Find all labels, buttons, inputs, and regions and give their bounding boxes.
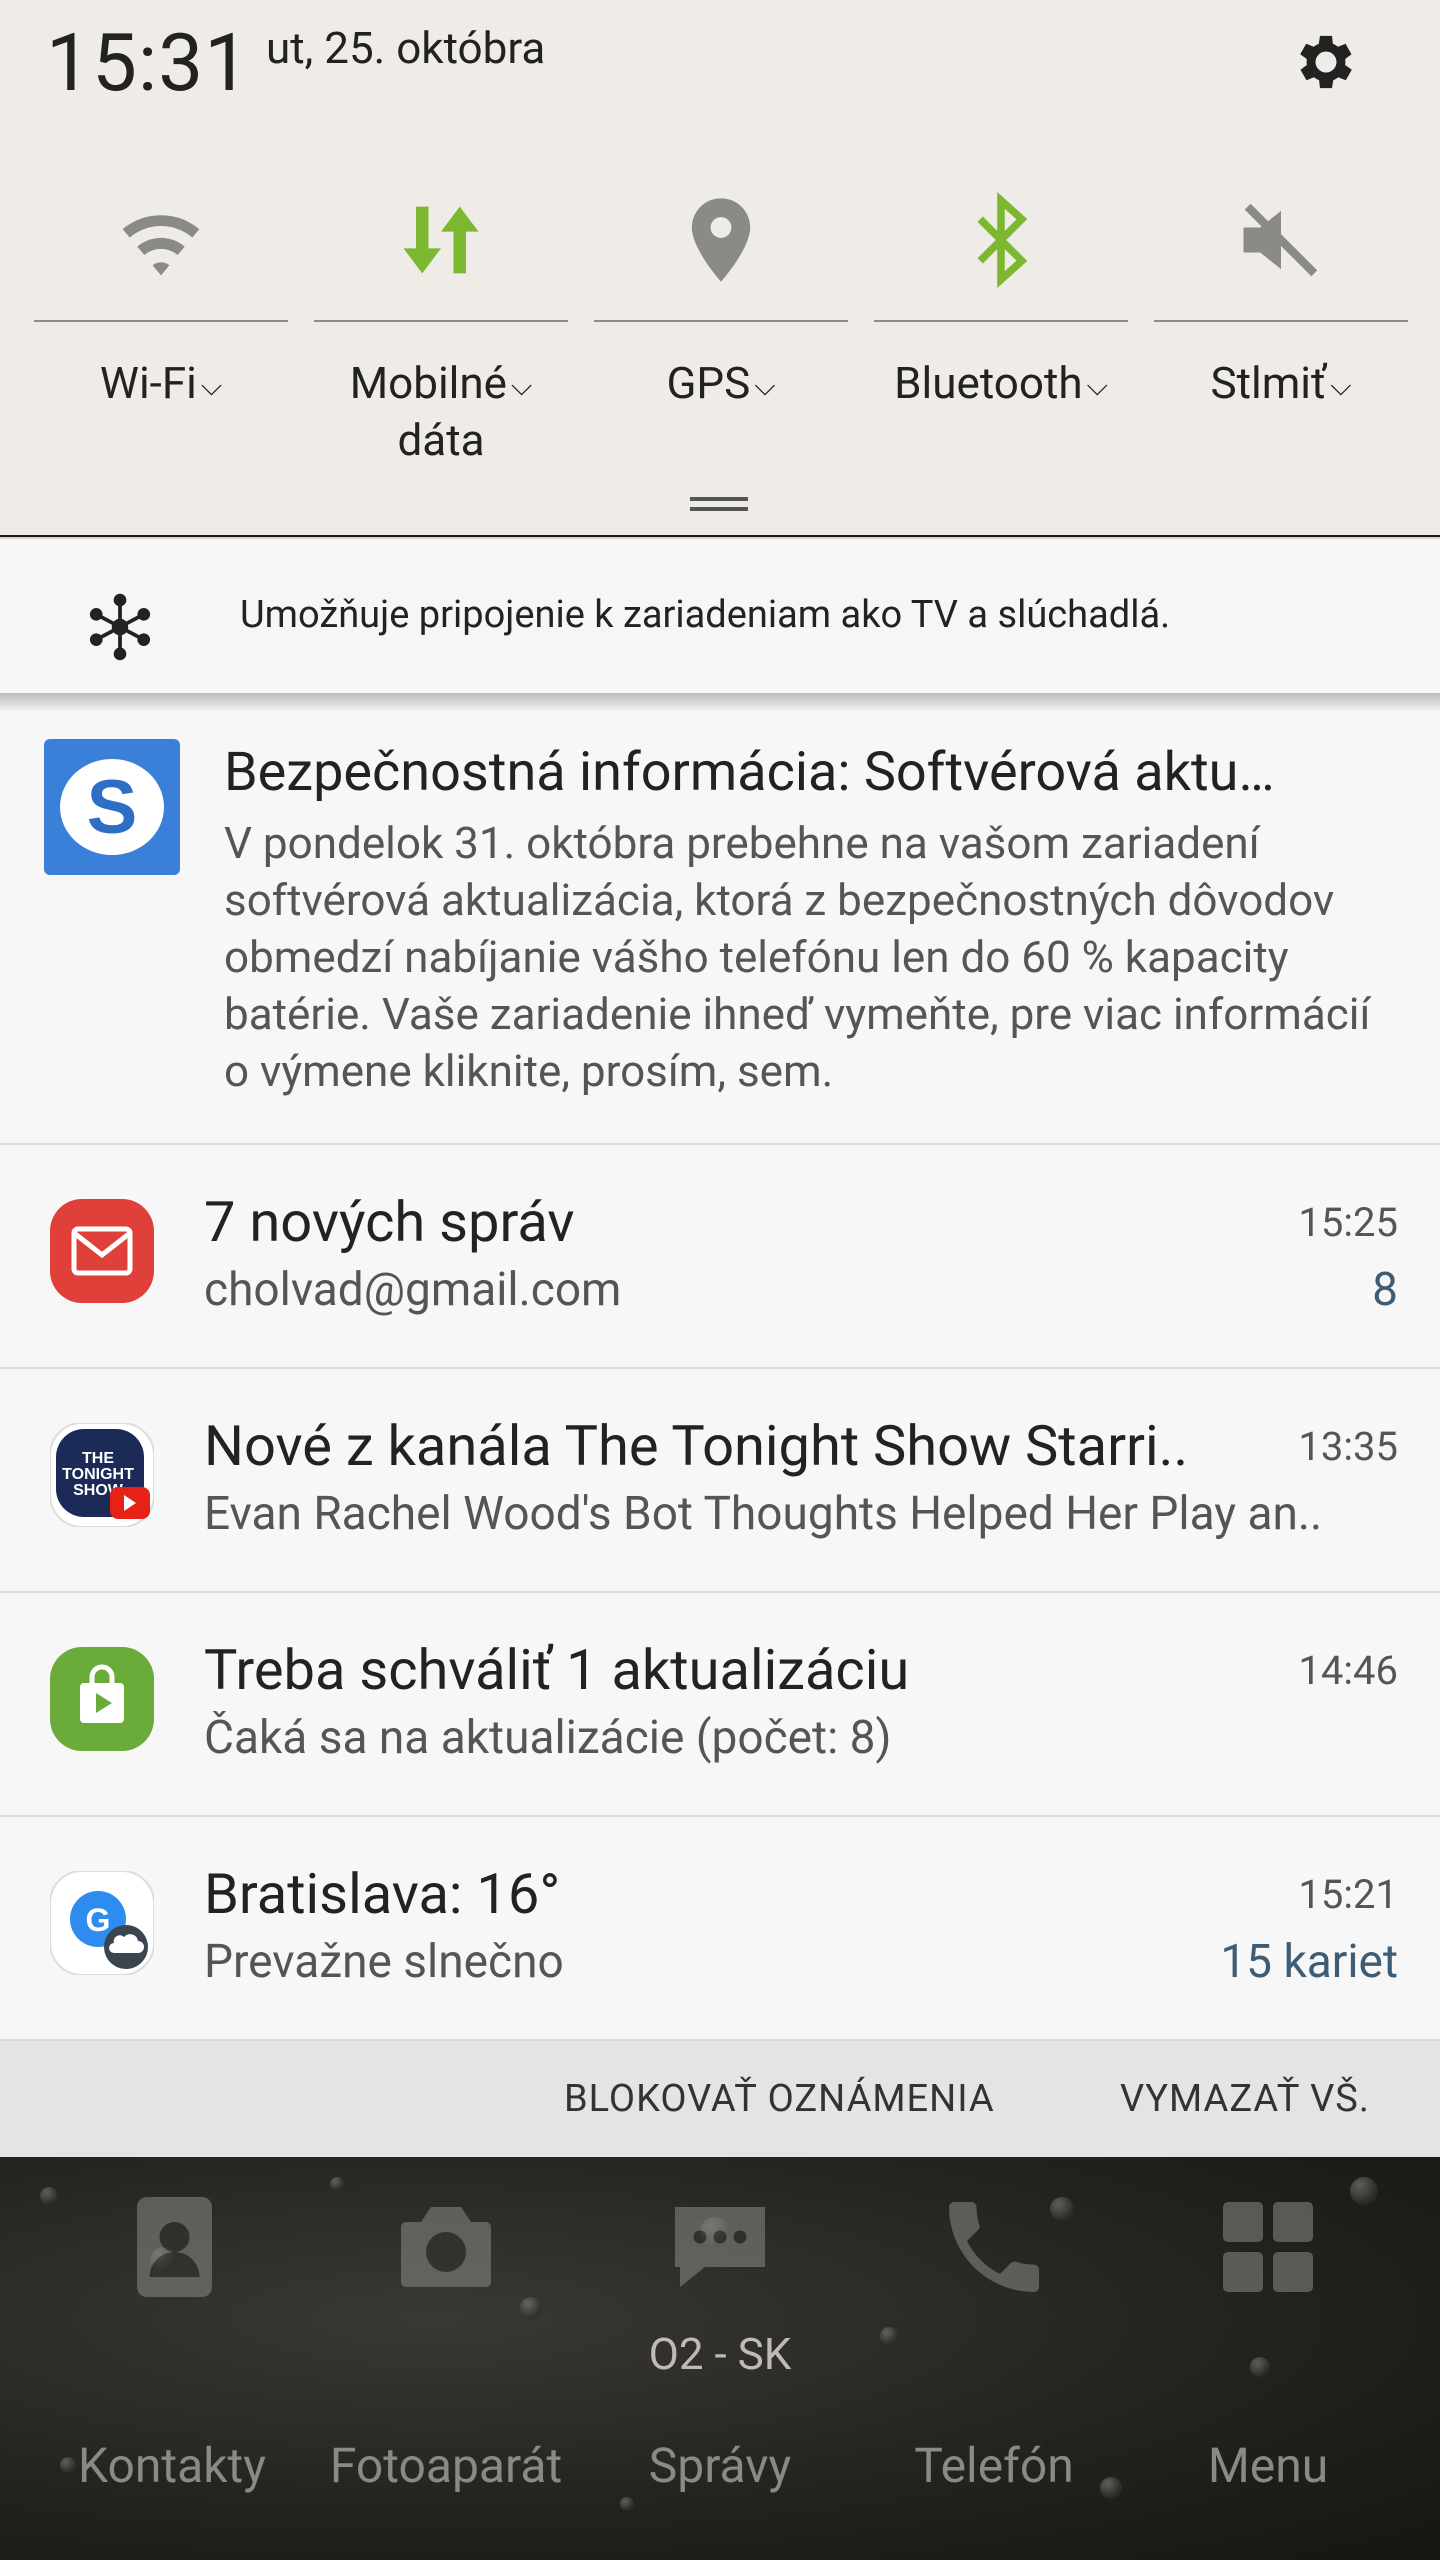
toggle-divider: [34, 320, 288, 322]
bluetooth-icon: [977, 191, 1028, 289]
svg-text:S: S: [87, 765, 138, 850]
notification-count: 15 kariet: [1220, 1935, 1398, 1989]
quick-toggles: Wi-Fi⌵ Mobilné⌵dáta GPS⌵ Bluetooth⌵: [34, 180, 1414, 470]
toggle-mute[interactable]: Stlmiť ⌵: [1154, 180, 1408, 470]
chevron-down-icon[interactable]: ⌵: [1087, 369, 1108, 402]
toggle-wifi[interactable]: Wi-Fi ⌵: [34, 180, 288, 470]
notification-body: V pondelok 31. októbra prebehne na vašom…: [224, 817, 1371, 1097]
notification-title: Bratislava: 16°: [204, 1861, 561, 1927]
contacts-icon: [137, 2197, 212, 2297]
notification-subtitle: Evan Rachel Wood's Bot Thoughts Helped H…: [204, 1487, 1323, 1541]
toggle-label: GPS ⌵: [666, 357, 776, 409]
mute-icon: [1243, 203, 1318, 277]
svg-text:TONIGHT: TONIGHT: [62, 1466, 134, 1483]
toggle-bluetooth[interactable]: Bluetooth ⌵: [874, 180, 1128, 470]
notification-store-update[interactable]: Treba schváliť 1 aktualizáciu Čaká sa na…: [0, 1593, 1440, 1817]
status-date: ut, 25. októbra: [266, 22, 546, 74]
location-pin-icon: [691, 198, 751, 282]
wifi-icon: [122, 215, 200, 276]
bluetooth-devices-icon: [89, 593, 151, 661]
toggle-divider: [594, 320, 848, 322]
youtube-channel-icon: THE TONIGHT SHOW: [50, 1423, 154, 1527]
toggle-divider: [874, 320, 1128, 322]
s-app-icon: S: [44, 739, 180, 875]
toggle-label: Stlmiť ⌵: [1210, 357, 1352, 409]
notification-security-info[interactable]: S Bezpečnostná informácia: Softvérová ak…: [0, 711, 1440, 1145]
notification-time: 13:35: [1298, 1423, 1398, 1470]
messages-icon: [675, 2207, 765, 2287]
email-app-icon: [50, 1199, 154, 1303]
notification-time: 15:25: [1298, 1199, 1398, 1246]
notification-time: 14:46: [1298, 1647, 1398, 1694]
camera-icon: [401, 2207, 491, 2287]
wallpaper-drop: [620, 2497, 634, 2511]
bluetooth-info-text: Umožňuje pripojenie k zariadeniam ako TV…: [240, 593, 1171, 637]
notification-youtube[interactable]: THE TONIGHT SHOW Nové z kanála The Tonig…: [0, 1369, 1440, 1593]
notification-count: 8: [1372, 1263, 1398, 1317]
toggle-divider: [314, 320, 568, 322]
google-weather-icon: G: [50, 1871, 154, 1975]
notification-title: Treba schváliť 1 aktualizáciu: [204, 1637, 910, 1703]
quick-settings-panel: 15:31 ut, 25. októbra Wi-Fi ⌵ Mobilné ⌵ dát…: [0, 0, 1440, 535]
dock-label: Správy: [648, 2437, 792, 2494]
bluetooth-info-strip[interactable]: Umožňuje pripojenie k zariadeniam ako TV…: [0, 537, 1440, 695]
notification-title: Bezpečnostná informácia: Softvérová aktu…: [224, 741, 1275, 804]
notification-actions-bar: BLOKOVAŤ OZNÁMENIA VYMAZAŤ VŠ.: [0, 2041, 1440, 2157]
notification-email[interactable]: 7 nových správ cholvad@gmail.com 15:25 8: [0, 1145, 1440, 1369]
carrier-label: O2 - SK: [648, 2328, 792, 2380]
block-notifications-button[interactable]: BLOKOVAŤ OZNÁMENIA: [564, 2077, 995, 2121]
clear-all-button[interactable]: VYMAZAŤ VŠ.: [1120, 2077, 1370, 2121]
mobile-data-icon: [403, 206, 479, 274]
chevron-down-icon[interactable]: ⌵: [754, 369, 775, 402]
chevron-down-icon[interactable]: ⌵: [201, 369, 222, 402]
toggle-label: Mobilné ⌵ dáta: [349, 357, 533, 467]
chevron-down-icon[interactable]: ⌵: [511, 369, 532, 402]
shade-drag-handle[interactable]: [690, 497, 748, 511]
toggle-mobile-data[interactable]: Mobilné ⌵ dáta: [314, 180, 568, 470]
phone-icon: [949, 2202, 1039, 2292]
dock-label: Fotoaparát: [329, 2437, 563, 2494]
chevron-down-icon[interactable]: ⌵: [1330, 369, 1351, 402]
dock-label: Menu: [1207, 2437, 1329, 2494]
apps-grid-icon: [1223, 2202, 1313, 2292]
svg-text:THE: THE: [82, 1450, 114, 1467]
store-app-icon: [50, 1647, 154, 1751]
divider-shadow: [0, 693, 1440, 711]
svg-text:G: G: [86, 1902, 111, 1938]
toggle-divider: [1154, 320, 1408, 322]
dock-label: Kontakty: [78, 2437, 266, 2494]
settings-gear-icon[interactable]: [1290, 26, 1362, 98]
notification-title: 7 nových správ: [204, 1189, 575, 1255]
toggle-gps[interactable]: GPS ⌵: [594, 180, 848, 470]
toggle-label: Wi-Fi ⌵: [99, 357, 223, 409]
notification-weather[interactable]: G Bratislava: 16° Prevažne slnečno 15:21…: [0, 1817, 1440, 2041]
toggle-label: Bluetooth ⌵: [894, 357, 1108, 409]
notification-subtitle: cholvad@gmail.com: [204, 1263, 622, 1317]
notification-subtitle: Čaká sa na aktualizácie (počet: 8): [204, 1711, 892, 1765]
dock-label: Telefón: [914, 2437, 1074, 2494]
notification-title: Nové z kanála The Tonight Show Starri..: [204, 1413, 1189, 1479]
status-clock: 15:31: [46, 16, 251, 110]
notification-time: 15:21: [1298, 1871, 1398, 1918]
